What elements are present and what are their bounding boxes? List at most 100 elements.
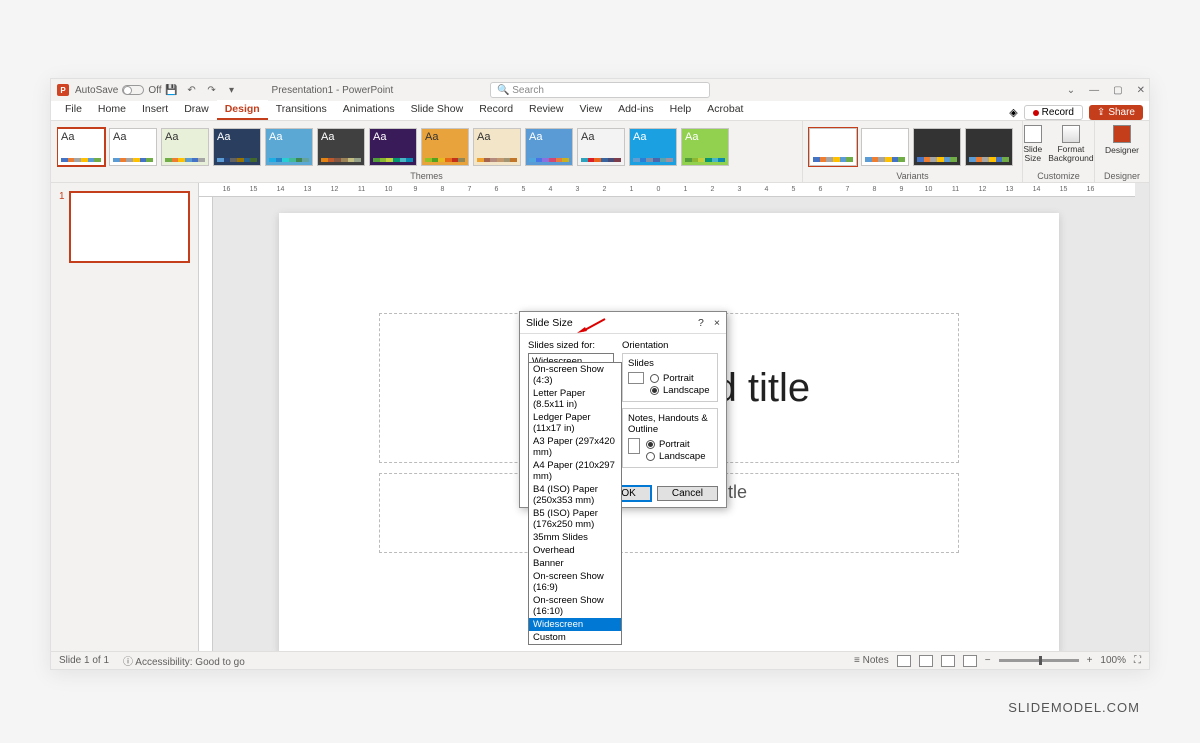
dropdown-option[interactable]: On-screen Show (16:9): [529, 570, 621, 594]
app-icon: P: [57, 84, 69, 96]
variant-option[interactable]: [913, 128, 961, 166]
theme-option[interactable]: Aa: [681, 128, 729, 166]
theme-option[interactable]: Aa: [57, 128, 105, 166]
watermark: SLIDEMODEL.COM: [1008, 700, 1140, 715]
zoom-out-icon[interactable]: −: [985, 655, 991, 666]
radio-icon: [646, 452, 655, 461]
theme-option[interactable]: Aa: [577, 128, 625, 166]
autosave-toggle[interactable]: [122, 85, 144, 95]
slide-size-button[interactable]: Slide Size: [1023, 125, 1042, 169]
normal-view-icon[interactable]: [897, 655, 911, 667]
dropdown-option[interactable]: Banner: [529, 557, 621, 570]
zoom-slider[interactable]: [999, 659, 1079, 662]
reading-view-icon[interactable]: [941, 655, 955, 667]
dropdown-option[interactable]: On-screen Show (16:10): [529, 594, 621, 618]
tab-insert[interactable]: Insert: [134, 100, 176, 120]
designer-button[interactable]: Designer: [1105, 125, 1139, 169]
minimize-icon[interactable]: —: [1089, 85, 1099, 96]
tab-slide-show[interactable]: Slide Show: [403, 100, 472, 120]
theme-option[interactable]: Aa: [421, 128, 469, 166]
dropdown-option[interactable]: B4 (ISO) Paper (250x353 mm): [529, 483, 621, 507]
tab-animations[interactable]: Animations: [335, 100, 403, 120]
tab-add-ins[interactable]: Add-ins: [610, 100, 662, 120]
format-bg-label: Format Background: [1048, 145, 1093, 162]
orientation-slides-group: Slides Portrait Landscape: [622, 353, 718, 402]
share-icon: ⇪: [1097, 107, 1105, 118]
ribbon-options-icon[interactable]: ⌄: [1067, 85, 1075, 96]
dropdown-option[interactable]: On-screen Show (4:3): [529, 363, 621, 387]
comments-icon[interactable]: ◈: [1009, 106, 1017, 119]
sorter-view-icon[interactable]: [919, 655, 933, 667]
tab-design[interactable]: Design: [217, 100, 268, 120]
dropdown-option[interactable]: Overhead: [529, 544, 621, 557]
accessibility-status[interactable]: ⓘ Accessibility: Good to go: [123, 653, 245, 668]
variant-option[interactable]: [965, 128, 1013, 166]
notes-button[interactable]: ≡ Notes: [854, 655, 889, 666]
dropdown-option[interactable]: A4 Paper (210x297 mm): [529, 459, 621, 483]
notes-portrait-radio[interactable]: Portrait: [646, 439, 705, 450]
dialog-close-icon[interactable]: ×: [714, 317, 720, 329]
slideshow-view-icon[interactable]: [963, 655, 977, 667]
tab-view[interactable]: View: [571, 100, 610, 120]
radio-icon: [650, 386, 659, 395]
qat-dropdown-icon[interactable]: ▾: [225, 83, 239, 97]
orientation-notes-group: Notes, Handouts & Outline Portrait Lands…: [622, 408, 718, 468]
undo-icon[interactable]: ↶: [185, 83, 199, 97]
theme-option[interactable]: Aa: [213, 128, 261, 166]
notes-landscape-radio[interactable]: Landscape: [646, 451, 705, 462]
dropdown-option[interactable]: Widescreen: [529, 618, 621, 631]
tab-draw[interactable]: Draw: [176, 100, 217, 120]
variant-option[interactable]: [809, 128, 857, 166]
theme-option[interactable]: Aa: [109, 128, 157, 166]
close-window-icon[interactable]: ✕: [1137, 85, 1145, 96]
theme-option[interactable]: Aa: [473, 128, 521, 166]
theme-option[interactable]: Aa: [525, 128, 573, 166]
theme-color-bar: [165, 158, 205, 162]
dialog-help-icon[interactable]: ?: [698, 317, 704, 329]
share-button[interactable]: ⇪Share: [1089, 105, 1143, 120]
tab-help[interactable]: Help: [662, 100, 700, 120]
record-button[interactable]: Record: [1024, 105, 1083, 120]
slides-portrait-radio[interactable]: Portrait: [650, 373, 709, 384]
status-bar: Slide 1 of 1 ⓘ Accessibility: Good to go…: [51, 651, 1149, 669]
slide-thumbnail-panel: 1: [51, 183, 199, 651]
maximize-icon[interactable]: ▢: [1113, 85, 1122, 96]
theme-option[interactable]: Aa: [265, 128, 313, 166]
tab-review[interactable]: Review: [521, 100, 571, 120]
variant-option[interactable]: [861, 128, 909, 166]
variant-color-bar: [813, 157, 853, 162]
notes-orientation-label: Notes, Handouts & Outline: [628, 413, 712, 435]
theme-option[interactable]: Aa: [629, 128, 677, 166]
redo-icon[interactable]: ↷: [205, 83, 219, 97]
tab-transitions[interactable]: Transitions: [268, 100, 335, 120]
landscape-label: Landscape: [659, 451, 705, 462]
format-background-button[interactable]: Format Background: [1048, 125, 1093, 169]
designer-group-label: Designer: [1104, 169, 1140, 181]
dropdown-option[interactable]: A3 Paper (297x420 mm): [529, 435, 621, 459]
tab-acrobat[interactable]: Acrobat: [699, 100, 751, 120]
designer-icon: [1113, 125, 1131, 143]
theme-option[interactable]: Aa: [317, 128, 365, 166]
theme-option[interactable]: Aa: [161, 128, 209, 166]
title-bar: P AutoSave Off 💾 ↶ ↷ ▾ Presentation1 - P…: [51, 79, 1149, 101]
dropdown-option[interactable]: Ledger Paper (11x17 in): [529, 411, 621, 435]
dropdown-option[interactable]: B5 (ISO) Paper (176x250 mm): [529, 507, 621, 531]
dropdown-option[interactable]: 35mm Slides: [529, 531, 621, 544]
cancel-button[interactable]: Cancel: [657, 486, 718, 501]
tab-home[interactable]: Home: [90, 100, 134, 120]
tab-record[interactable]: Record: [471, 100, 521, 120]
variant-color-bar: [969, 157, 1009, 162]
zoom-in-icon[interactable]: +: [1087, 655, 1093, 666]
tab-file[interactable]: File: [57, 100, 90, 120]
save-icon[interactable]: 💾: [165, 83, 179, 97]
theme-option[interactable]: Aa: [369, 128, 417, 166]
slide-thumbnail[interactable]: [69, 191, 190, 263]
search-placeholder: Search: [512, 85, 544, 96]
dropdown-option[interactable]: Custom: [529, 631, 621, 644]
search-input[interactable]: 🔍 Search: [490, 82, 710, 98]
dropdown-option[interactable]: Letter Paper (8.5x11 in): [529, 387, 621, 411]
fit-to-window-icon[interactable]: ⛶: [1134, 655, 1141, 666]
window-controls: ⌄ — ▢ ✕: [1067, 85, 1145, 96]
theme-color-bar: [425, 158, 465, 162]
slides-landscape-radio[interactable]: Landscape: [650, 385, 709, 396]
